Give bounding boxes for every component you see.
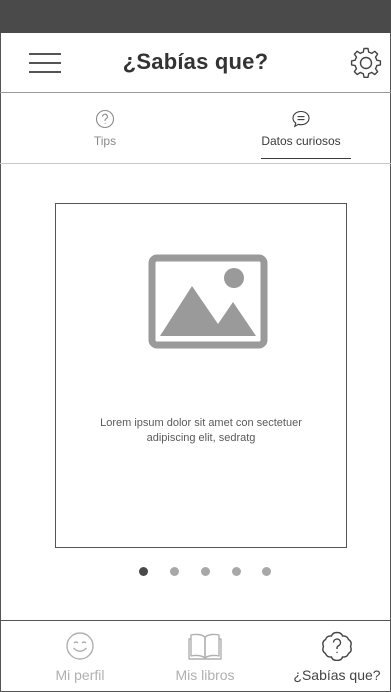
tab-datos-curiosos[interactable]: Datos curiosos — [206, 94, 391, 164]
question-circle-icon — [95, 109, 115, 129]
question-cloud-icon — [322, 631, 352, 661]
tab-tips[interactable]: Tips — [10, 94, 200, 164]
tab-datos-label: Datos curiosos — [261, 134, 341, 148]
nav-item-sabias-que[interactable]: ¿Sabías que? — [272, 621, 391, 692]
nav-label-mi-perfil: Mi perfil — [55, 667, 105, 683]
pager-dot-2[interactable] — [170, 567, 179, 576]
fact-card[interactable]: Lorem ipsum dolor sit amet con sectetuer… — [55, 203, 347, 548]
fact-text: Lorem ipsum dolor sit amet con sectetuer… — [100, 417, 302, 444]
page-title: ¿Sabías que? — [122, 49, 269, 74]
nav-label-mis-libros: Mis libros — [175, 667, 235, 683]
status-bar — [0, 0, 391, 33]
pager-dot-4[interactable] — [232, 567, 241, 576]
app-header: ¿Sabías que? — [0, 33, 391, 93]
nav-label-sabias-que: ¿Sabías que? — [293, 667, 381, 683]
tab-tips-label: Tips — [93, 134, 117, 148]
gear-icon — [350, 47, 382, 78]
open-book-icon — [188, 633, 222, 660]
carousel-pager — [0, 567, 391, 577]
pager-dot-3[interactable] — [201, 567, 210, 576]
nav-item-mi-perfil[interactable]: Mi perfil — [15, 621, 145, 692]
active-tab-indicator — [261, 158, 351, 159]
tab-bar: Tips Datos curiosos — [0, 94, 391, 164]
pager-dot-1[interactable] — [139, 567, 148, 576]
nav-item-mis-libros[interactable]: Mis libros — [140, 621, 270, 692]
settings-button[interactable] — [349, 46, 383, 80]
pager-dot-5[interactable] — [262, 567, 271, 576]
image-placeholder-icon — [148, 254, 268, 349]
smiley-icon — [66, 632, 94, 660]
bottom-navigation: Mi perfil Mis libros ¿Sabías que? — [0, 620, 391, 692]
speech-bubble-icon — [292, 110, 310, 128]
